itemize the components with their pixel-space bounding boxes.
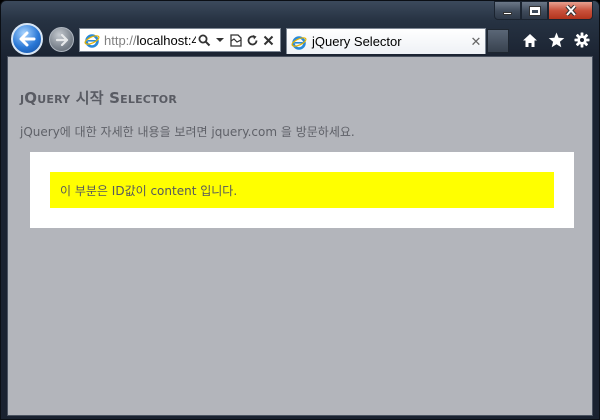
maximize-button[interactable]: [521, 1, 548, 20]
close-icon: [565, 5, 576, 16]
broken-page-icon: [230, 33, 242, 47]
tab-close-button[interactable]: ✕: [467, 34, 485, 50]
maximize-icon: [528, 5, 541, 16]
content-text: 이 부분은 ID값이 content 입니다.: [60, 183, 238, 198]
tab-jquery-selector[interactable]: jQuery Selector ✕: [286, 28, 486, 54]
tools-button[interactable]: [573, 31, 591, 49]
refresh-icon: [247, 34, 257, 45]
compatibility-view-button[interactable]: [228, 31, 244, 49]
home-button[interactable]: [521, 31, 539, 49]
arrow-right-icon: [55, 33, 68, 46]
toolbar-icons: [521, 31, 591, 49]
arrow-left-icon: [19, 31, 36, 47]
back-button[interactable]: [11, 23, 43, 55]
refresh-button[interactable]: [244, 31, 260, 49]
stop-button[interactable]: [260, 31, 276, 49]
ie-logo-icon: [84, 34, 100, 48]
gear-icon: [574, 32, 590, 48]
address-bar[interactable]: http://localhost:4: [79, 28, 281, 52]
content-wrapper: 이 부분은 ID값이 content 입니다.: [30, 152, 574, 228]
forward-button[interactable]: [49, 27, 74, 52]
page-viewport: jQuery 시작 Selector jQuery에 대한 자세한 내용을 보려…: [7, 56, 593, 416]
address-url[interactable]: http://localhost:4: [104, 33, 196, 48]
page-title: jQuery 시작 Selector: [20, 89, 178, 107]
ie-logo-icon: [291, 35, 307, 50]
address-protocol: http://: [104, 32, 137, 48]
address-dropdown-button[interactable]: [212, 31, 228, 49]
content-highlight-box: 이 부분은 ID값이 content 입니다.: [50, 172, 554, 208]
minimize-icon: [503, 12, 512, 15]
browser-window: http://localhost:4 jQuery Selector ✕ jQu…: [0, 0, 600, 420]
star-icon: [548, 32, 564, 48]
address-host: localhost:4: [136, 32, 196, 48]
close-window-button[interactable]: [548, 1, 593, 20]
favorites-button[interactable]: [547, 31, 565, 49]
chevron-down-icon: [216, 38, 224, 42]
search-button[interactable]: [196, 31, 212, 49]
magnifier-icon: [198, 34, 210, 46]
tab-title: jQuery Selector: [312, 34, 402, 49]
page-description: jQuery에 대한 자세한 내용을 보려면 jquery.com 을 방문하세…: [20, 125, 355, 139]
new-tab-button[interactable]: [487, 29, 509, 53]
home-icon: [523, 33, 537, 47]
window-caption-buttons: [494, 1, 593, 21]
stop-icon: [263, 35, 273, 45]
minimize-button[interactable]: [494, 1, 521, 20]
